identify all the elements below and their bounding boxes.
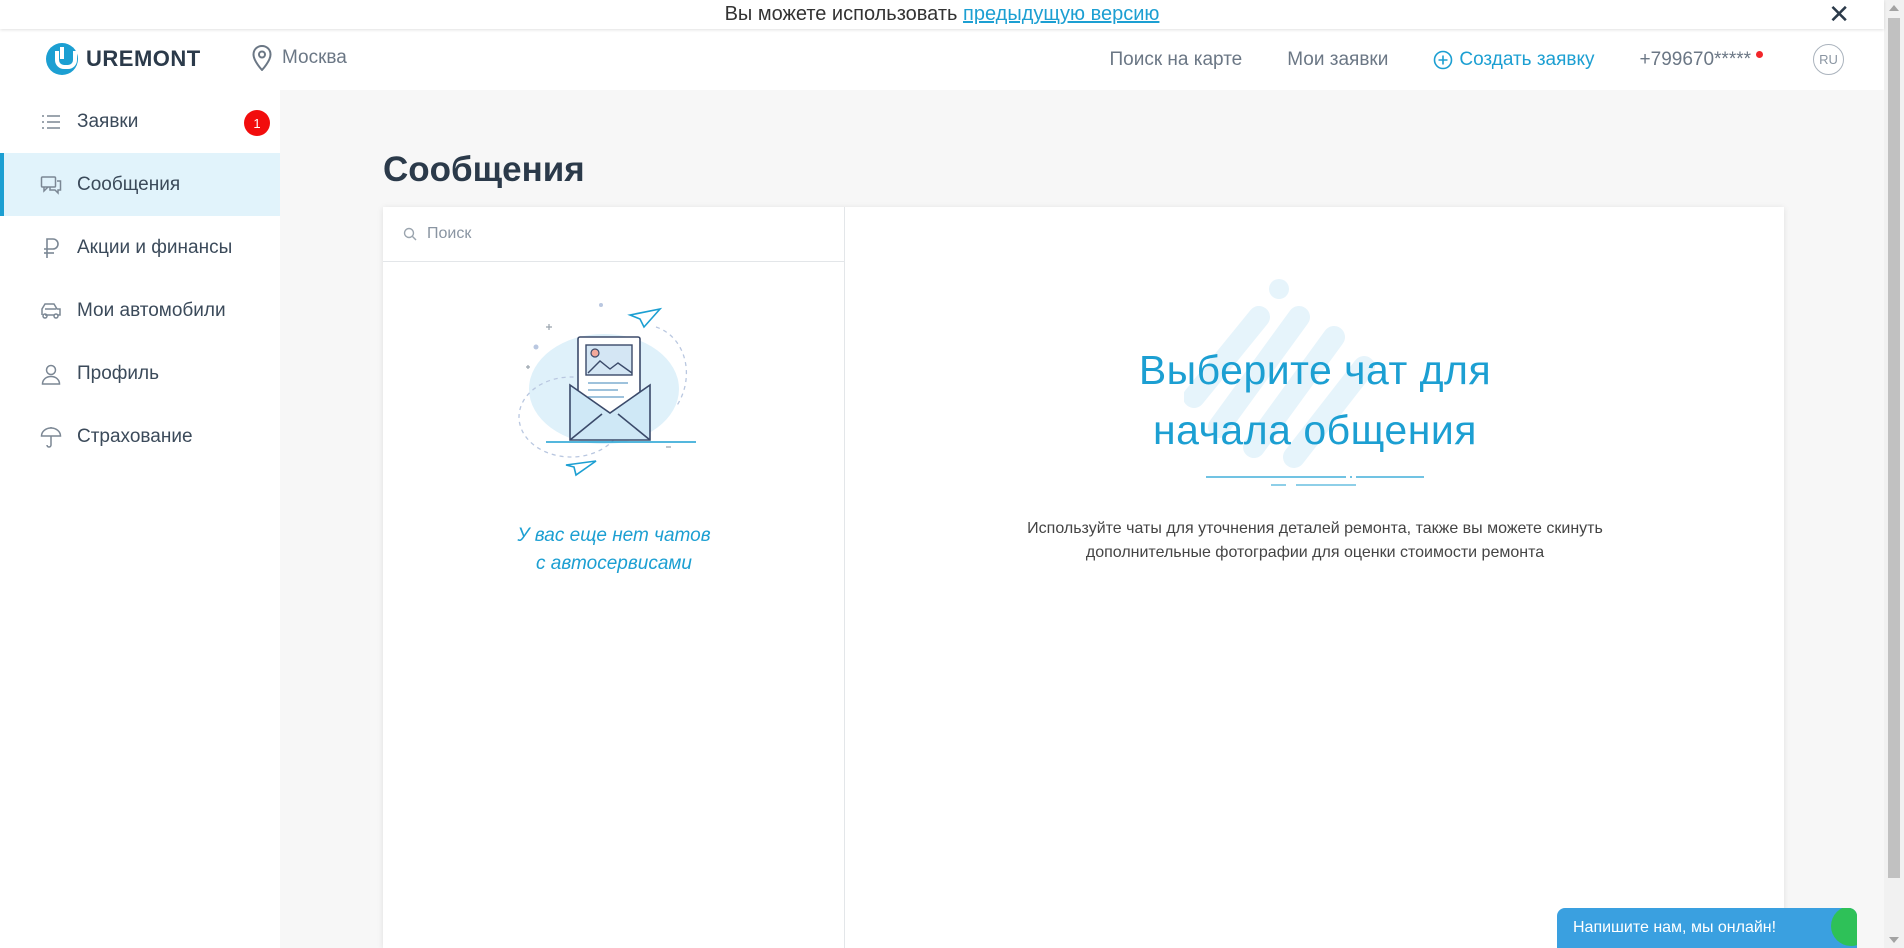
chat-icon [40, 175, 62, 195]
scroll-down-arrow-icon[interactable] [1889, 937, 1899, 943]
no-chats-message: У вас еще нет чатов с автосервисами [383, 522, 845, 578]
page-title: Сообщения [383, 150, 585, 189]
sidebar-item-insurance[interactable]: Страхование [0, 405, 280, 468]
phone-number[interactable]: +799670***** [1639, 48, 1763, 71]
logo[interactable]: UREMONT [46, 43, 201, 75]
location-pin-icon [252, 45, 272, 71]
ruble-icon [44, 237, 59, 258]
widget-label: Напишите нам, мы онлайн! [1573, 919, 1777, 936]
sidebar-item-cars[interactable]: Мои автомобили [0, 279, 280, 342]
chat-description: Используйте чаты для уточнения деталей р… [1027, 520, 1603, 561]
sidebar-item-requests[interactable]: Заявки 1 [0, 90, 280, 153]
create-request-link[interactable]: Создать заявку [1433, 48, 1595, 71]
sidebar: Заявки 1 Сообщения Акции и финансы Мои а… [0, 90, 280, 948]
banner-text: Вы можете использовать [724, 3, 958, 25]
select-chat-heading: Выберите чат для начала общения [846, 340, 1784, 460]
close-icon[interactable]: ✕ [1828, 0, 1850, 29]
select-chat-line-1: Выберите чат для [1138, 347, 1492, 393]
plus-circle-icon [1434, 50, 1453, 69]
sidebar-item-messages[interactable]: Сообщения [0, 153, 280, 216]
logo-icon [46, 43, 78, 75]
language-switcher[interactable]: RU [1813, 44, 1844, 75]
sidebar-item-label: Страхование [77, 425, 193, 447]
sidebar-item-finance[interactable]: Акции и финансы [0, 216, 280, 279]
create-request-label: Создать заявку [1459, 48, 1595, 70]
car-icon [41, 302, 61, 319]
logo-text: UREMONT [86, 46, 201, 71]
sidebar-item-label: Мои автомобили [77, 299, 226, 321]
map-search-link[interactable]: Поиск на карте [1109, 49, 1242, 71]
notification-dot [1756, 50, 1763, 58]
online-chat-widget[interactable]: Напишите нам, мы онлайн! [1557, 908, 1857, 948]
version-banner: Вы можете использовать предыдущую версию… [0, 0, 1884, 29]
sidebar-item-label: Акции и финансы [77, 236, 233, 258]
messages-panel: У вас еще нет чатов с автосервисами Выбе… [383, 207, 1784, 948]
search-input[interactable] [427, 225, 807, 243]
page-scrollbar[interactable] [1884, 0, 1904, 948]
my-requests-link[interactable]: Мои заявки [1287, 49, 1388, 71]
city-selector[interactable]: Москва [252, 45, 347, 71]
scroll-up-arrow-icon[interactable] [1889, 5, 1899, 11]
chat-placeholder: Выберите чат для начала общения Использу… [846, 207, 1784, 948]
user-icon [41, 364, 61, 385]
city-label: Москва [282, 47, 347, 68]
list-icon [42, 114, 60, 129]
sidebar-item-label: Профиль [77, 362, 160, 384]
umbrella-icon [40, 426, 62, 448]
no-chats-line-1: У вас еще нет чатов [517, 525, 711, 546]
sidebar-item-profile[interactable]: Профиль [0, 342, 280, 405]
chat-list: У вас еще нет чатов с автосервисами [383, 207, 845, 948]
header-nav: Поиск на карте Мои заявки Создать заявку… [1109, 29, 1884, 90]
sidebar-item-label: Заявки [77, 110, 139, 132]
requests-badge: 1 [244, 110, 270, 136]
select-chat-line-2: начала общения [1153, 407, 1477, 453]
phone-label: +799670***** [1639, 48, 1751, 70]
heading-underline [1206, 476, 1424, 486]
envelope-illustration [518, 303, 696, 477]
top-header: UREMONT Москва Поиск на карте Мои заявки… [0, 29, 1884, 90]
search-bar [383, 207, 844, 262]
online-status-icon [1831, 908, 1857, 946]
previous-version-link[interactable]: предыдущую версию [963, 3, 1159, 25]
scroll-thumb[interactable] [1888, 18, 1900, 878]
no-chats-line-2: с автосервисами [535, 553, 692, 574]
sidebar-item-label: Сообщения [77, 173, 181, 195]
search-icon [403, 227, 417, 241]
